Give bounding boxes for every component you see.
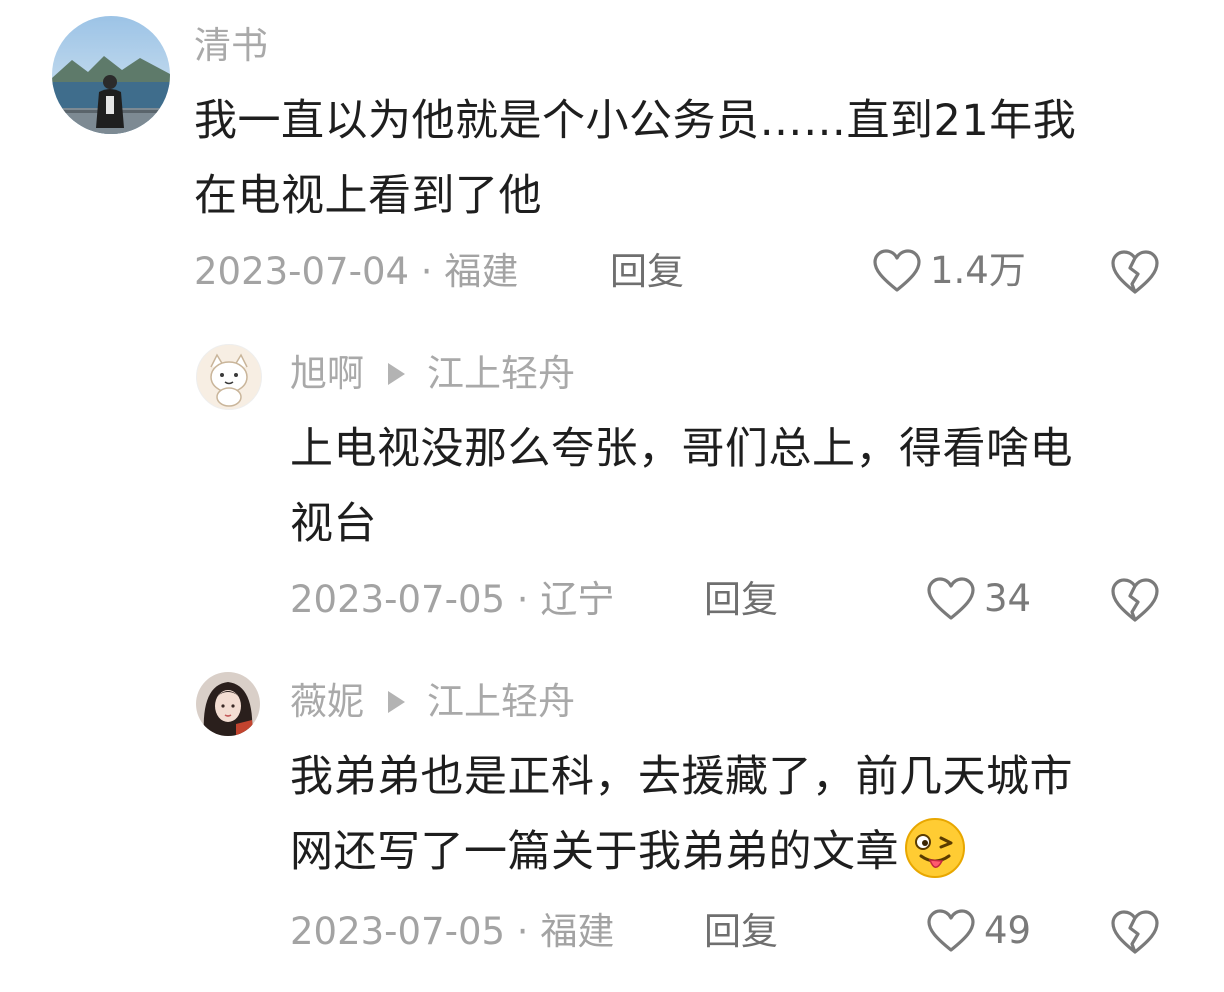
like-count: 1.4万 bbox=[930, 249, 1026, 292]
comment-date: 2023-07-04 bbox=[194, 250, 410, 293]
meta-separator: · bbox=[505, 910, 541, 953]
reply-date: 2023-07-05 bbox=[290, 910, 506, 953]
reply-to-username[interactable]: 江上轻舟 bbox=[427, 680, 575, 724]
reply-button[interactable]: 回复 bbox=[704, 910, 778, 954]
reply-text: 我弟弟也是正科，去援藏了，前几天城市 网还写了一篇关于我弟弟的文章 bbox=[290, 740, 1190, 890]
reply-meta: 2023-07-05 · 辽宁 bbox=[290, 578, 614, 622]
like-count: 49 bbox=[984, 909, 1032, 952]
reply-header: 旭啊 江上轻舟 bbox=[290, 352, 575, 396]
reply-header: 薇妮 江上轻舟 bbox=[290, 680, 575, 724]
heart-icon bbox=[927, 909, 975, 952]
reply-arrow-icon bbox=[388, 363, 405, 385]
comment-text-line: 在电视上看到了他 bbox=[194, 171, 542, 221]
meta-separator: · bbox=[409, 250, 445, 293]
reply-text-line-with-emoji: 网还写了一篇关于我弟弟的文章 bbox=[290, 815, 1190, 890]
meta-separator: · bbox=[505, 578, 541, 621]
heart-icon bbox=[873, 249, 921, 292]
reply-date: 2023-07-05 bbox=[290, 578, 506, 621]
winking-tongue-emoji-icon bbox=[905, 818, 965, 878]
dislike-button[interactable] bbox=[1110, 248, 1160, 296]
comment-meta: 2023-07-04 · 福建 bbox=[194, 250, 518, 294]
like-count: 34 bbox=[984, 577, 1032, 620]
comment-text: 我一直以为他就是个小公务员……直到21年我 在电视上看到了他 bbox=[194, 84, 1174, 234]
like-button[interactable]: 1.4万 bbox=[872, 248, 1026, 294]
reply-location: 辽宁 bbox=[540, 578, 615, 621]
reply-location: 福建 bbox=[540, 910, 615, 953]
heart-icon bbox=[927, 577, 975, 620]
comment-text-line: 我一直以为他就是个小公务员……直到21年我 bbox=[194, 96, 1077, 146]
reply-username[interactable]: 薇妮 bbox=[290, 680, 364, 724]
broken-heart-icon bbox=[1111, 578, 1159, 622]
reply-text-line: 我弟弟也是正科，去援藏了，前几天城市 bbox=[290, 752, 1073, 802]
comment-location: 福建 bbox=[444, 250, 519, 293]
reply-arrow-icon bbox=[388, 691, 405, 713]
comment-thread: 清书 我一直以为他就是个小公务员……直到21年我 在电视上看到了他 2023-0… bbox=[0, 0, 1224, 992]
like-button[interactable]: 49 bbox=[926, 908, 1031, 954]
reply-to-username[interactable]: 江上轻舟 bbox=[427, 352, 575, 396]
like-button[interactable]: 34 bbox=[926, 576, 1031, 622]
dislike-button[interactable] bbox=[1110, 908, 1160, 956]
reply-button[interactable]: 回复 bbox=[610, 250, 684, 294]
dislike-button[interactable] bbox=[1110, 576, 1160, 624]
reply-text-line: 视台 bbox=[290, 499, 377, 549]
reply-meta: 2023-07-05 · 福建 bbox=[290, 910, 614, 954]
reply-button[interactable]: 回复 bbox=[704, 578, 778, 622]
avatar-weini[interactable] bbox=[196, 672, 260, 736]
avatar-xua[interactable] bbox=[196, 344, 262, 410]
reply-text: 上电视没那么夸张，哥们总上，得看啥电 视台 bbox=[290, 412, 1190, 562]
reply-username[interactable]: 旭啊 bbox=[290, 352, 364, 396]
comment-username[interactable]: 清书 bbox=[194, 24, 268, 68]
broken-heart-icon bbox=[1111, 250, 1159, 294]
reply-text-line: 网还写了一篇关于我弟弟的文章 bbox=[290, 827, 899, 877]
reply-text-line: 上电视没那么夸张，哥们总上，得看啥电 bbox=[290, 424, 1073, 474]
broken-heart-icon bbox=[1111, 910, 1159, 954]
avatar-qingshu[interactable] bbox=[52, 16, 170, 134]
